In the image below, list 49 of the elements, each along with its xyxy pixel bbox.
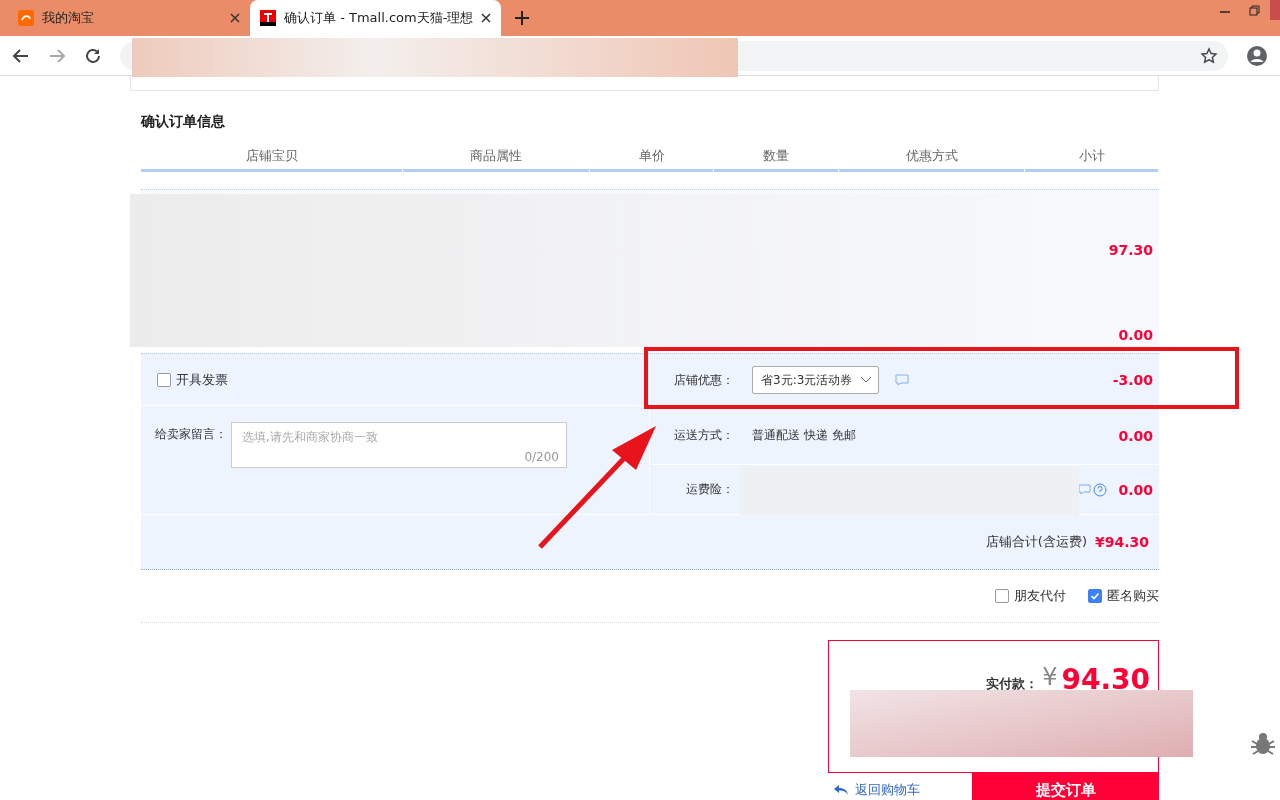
- shop-total-amount: ¥94.30: [1094, 534, 1149, 550]
- discount-amount: -3.00: [1112, 372, 1153, 388]
- column-header: 店铺宝贝: [141, 147, 402, 172]
- shipping-amount: 0.00: [1118, 427, 1153, 444]
- close-icon[interactable]: [481, 13, 492, 23]
- checkbox[interactable]: [995, 589, 1009, 603]
- column-header: 商品属性: [403, 147, 589, 172]
- subtotal-amount: 0.00: [1118, 327, 1153, 343]
- return-arrow-icon: [833, 784, 849, 796]
- section-title: 确认订单信息: [141, 113, 226, 131]
- bug-icon[interactable]: [1250, 731, 1276, 757]
- close-icon[interactable]: [230, 13, 240, 23]
- submit-order-button[interactable]: 提交订单: [972, 773, 1159, 800]
- reload-icon[interactable]: [84, 46, 102, 65]
- message-label: 给卖家留言：: [155, 426, 227, 443]
- option-label: 朋友代付: [1014, 587, 1066, 605]
- browser-tab[interactable]: 确认订单 - Tmall.com天猫-理想: [250, 0, 502, 36]
- shop-total-label: 店铺合计(含运费): [985, 533, 1087, 551]
- forward-icon[interactable]: [48, 46, 66, 65]
- column-header: 数量: [714, 147, 838, 172]
- back-to-cart-link[interactable]: 返回购物车: [833, 781, 920, 799]
- checkbox[interactable]: [1088, 589, 1102, 603]
- coupon-dropdown[interactable]: 省3元:3元活动券: [752, 366, 880, 394]
- char-counter: 0/200: [524, 450, 559, 464]
- shipping-method: 普通配送 快递 免邮: [752, 427, 856, 444]
- subtotal-amount: 97.30: [1108, 242, 1153, 258]
- chevron-icon: [860, 376, 873, 384]
- insurance-label: 运费险：: [685, 481, 734, 498]
- comment-help-icon[interactable]: [1078, 481, 1109, 498]
- insurance-amount: 0.00: [1118, 481, 1153, 498]
- column-header: 小计: [1025, 147, 1158, 172]
- profile-icon[interactable]: [1246, 44, 1268, 67]
- discount-label: 店铺优惠：: [673, 371, 734, 389]
- column-header: 优惠方式: [839, 147, 1024, 172]
- currency-sign: ¥: [1042, 663, 1058, 691]
- checkmark-icon: [1090, 591, 1100, 601]
- column-header: 单价: [590, 147, 713, 172]
- browser-tab[interactable]: 我的淘宝: [8, 0, 250, 36]
- option-label: 匿名购买: [1107, 587, 1159, 605]
- payment-label: 实付款：: [986, 675, 1039, 693]
- shipping-label: 运送方式：: [673, 427, 734, 444]
- t-favicon-icon: [260, 10, 276, 26]
- payment-amount: 94.30: [1061, 663, 1150, 696]
- new-tab-icon[interactable]: [515, 11, 530, 25]
- invoice-label: 开具发票: [176, 370, 228, 389]
- star-icon[interactable]: [1200, 46, 1218, 65]
- back-icon[interactable]: [12, 46, 30, 65]
- shop-favicon-icon: [18, 10, 34, 26]
- checkbox[interactable]: [157, 372, 171, 387]
